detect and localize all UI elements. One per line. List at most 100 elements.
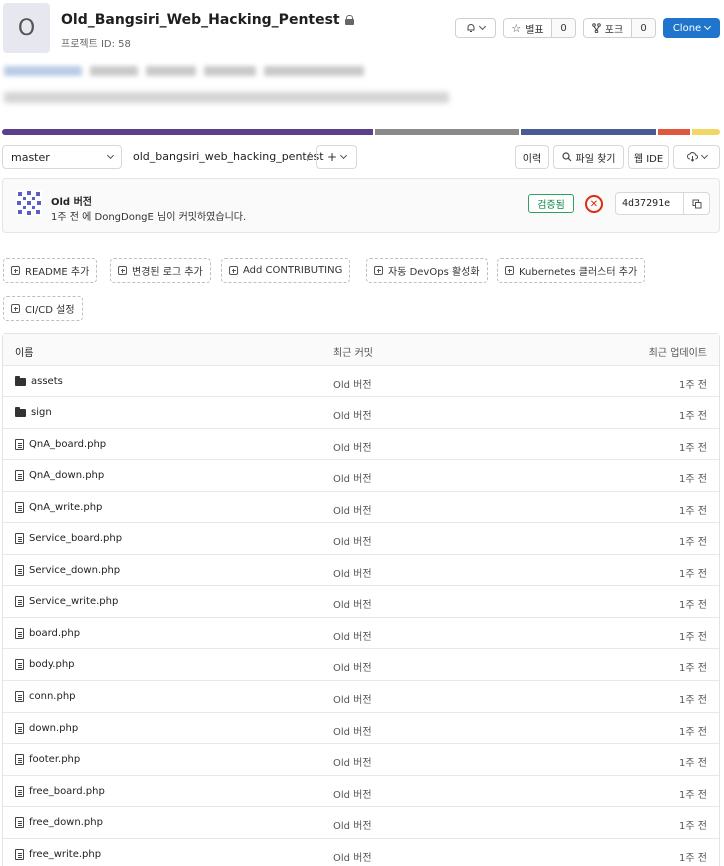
table-row[interactable]: conn.php Old 버전 1주 전 [3,681,719,713]
language-segment[interactable] [692,129,720,135]
last-commit-message[interactable]: Old 버전 [333,754,372,769]
language-segment[interactable] [2,129,373,135]
plus-square-icon [11,304,20,313]
add-dropdown-button[interactable]: + [316,145,357,169]
last-commit-message[interactable]: Old 버전 [333,470,372,485]
file-name[interactable]: Service_write.php [29,596,118,607]
breadcrumb[interactable]: old_bangsiri_web_hacking_pentest [133,150,324,163]
table-row[interactable]: Service_down.php Old 버전 1주 전 [3,555,719,587]
add-kubernetes-cluster-button[interactable]: Kubernetes 클러스터 추가 [497,258,646,283]
file-name-cell[interactable]: conn.php [15,691,76,703]
last-update-time: 1주 전 [679,442,707,454]
file-name[interactable]: free_write.php [29,849,101,860]
fork-button[interactable]: 포크 [583,18,632,38]
language-segment[interactable] [658,129,691,135]
file-name[interactable]: Service_down.php [29,565,120,576]
table-row[interactable]: body.php Old 버전 1주 전 [3,649,719,682]
verified-badge[interactable]: 검증됨 [528,194,574,213]
last-commit-message[interactable]: Old 버전 [333,439,372,454]
table-row[interactable]: free_board.php Old 버전 1주 전 [3,776,719,808]
last-commit-message[interactable]: Old 버전 [333,817,372,832]
setup-cicd-button[interactable]: CI/CD 설정 [3,296,83,321]
last-commit-message[interactable]: Old 버전 [333,628,372,643]
last-commit-message[interactable]: Old 버전 [333,596,372,611]
table-row[interactable]: Service_board.php Old 버전 1주 전 [3,523,719,555]
file-name[interactable]: footer.php [29,754,80,765]
history-button[interactable]: 이력 [515,145,549,169]
add-changelog-button[interactable]: 변경된 로그 추가 [110,258,211,283]
notification-dropdown[interactable] [455,18,496,38]
plus-square-icon [374,266,383,275]
file-name-cell[interactable]: QnA_write.php [15,501,102,513]
file-name[interactable]: board.php [29,628,80,639]
file-name-cell[interactable]: free_write.php [15,848,101,860]
last-commit-message[interactable]: Old 버전 [333,502,372,517]
file-name[interactable]: sign [31,407,52,418]
file-name-cell[interactable]: body.php [15,659,75,671]
file-name[interactable]: conn.php [29,691,76,702]
table-row[interactable]: free_down.php Old 버전 1주 전 [3,807,719,839]
last-commit-message[interactable]: Old 버전 [333,407,372,422]
file-name-cell[interactable]: free_down.php [15,817,103,829]
file-name[interactable]: down.php [29,723,78,734]
star-count[interactable]: 0 [551,18,576,38]
table-row[interactable]: board.php Old 버전 1주 전 [3,618,719,650]
table-row[interactable]: QnA_board.php Old 버전 1주 전 [3,429,719,461]
file-name-cell[interactable]: assets [15,375,63,387]
branch-selector[interactable]: master [2,145,122,169]
file-name[interactable]: assets [31,376,63,387]
file-name-cell[interactable]: free_board.php [15,785,105,797]
last-commit-message[interactable]: Old 버전 [333,565,372,580]
last-commit-message[interactable]: Old 버전 [333,376,372,391]
table-row[interactable]: assets Old 버전 1주 전 [3,366,719,398]
project-title[interactable]: Old_Bangsiri_Web_Hacking_Pentest [61,12,354,28]
table-row[interactable]: free_write.php Old 버전 1주 전 [3,839,719,866]
file-name-cell[interactable]: QnA_down.php [15,470,104,482]
last-update-time: 1주 전 [679,568,707,580]
file-name[interactable]: QnA_down.php [29,470,104,481]
language-segment[interactable] [374,129,519,135]
file-name-cell[interactable]: Service_board.php [15,533,122,545]
author-avatar[interactable] [16,190,42,216]
file-name-cell[interactable]: down.php [15,722,78,734]
last-commit-message[interactable]: Old 버전 [333,533,372,548]
file-name[interactable]: Service_board.php [29,533,122,544]
file-name-cell[interactable]: QnA_board.php [15,438,106,450]
last-commit-message[interactable]: Old 버전 [333,691,372,706]
table-row[interactable]: QnA_down.php Old 버전 1주 전 [3,460,719,492]
last-commit-message[interactable]: Old 버전 [333,786,372,801]
table-row[interactable]: footer.php Old 버전 1주 전 [3,744,719,776]
file-name-cell[interactable]: Service_write.php [15,596,118,608]
download-dropdown[interactable] [673,145,720,169]
commit-sha-text[interactable]: 4d37291e [616,198,683,209]
table-row[interactable]: down.php Old 버전 1주 전 [3,713,719,745]
table-row[interactable]: QnA_write.php Old 버전 1주 전 [3,492,719,524]
project-title-text[interactable]: Old_Bangsiri_Web_Hacking_Pentest [61,12,340,28]
star-button[interactable]: ☆ 별표 [503,18,552,38]
last-commit-message[interactable]: Old 버전 [333,723,372,738]
file-name-cell[interactable]: footer.php [15,754,80,766]
clone-button[interactable]: Clone [663,18,720,38]
fork-count[interactable]: 0 [631,18,656,38]
pipeline-failed-icon[interactable]: ✕ [585,195,603,213]
language-segment[interactable] [520,129,657,135]
add-contributing-button[interactable]: Add CONTRIBUTING [221,258,351,283]
file-name-cell[interactable]: board.php [15,627,80,639]
commit-title[interactable]: Old 버전 [51,193,92,208]
file-name[interactable]: QnA_write.php [29,502,102,513]
web-ide-button[interactable]: 웹 IDE [628,145,669,169]
file-name[interactable]: free_down.php [29,817,103,828]
file-name[interactable]: body.php [29,659,75,670]
copy-icon[interactable] [683,193,709,214]
find-file-button[interactable]: 파일 찾기 [553,145,624,169]
file-name[interactable]: free_board.php [29,786,105,797]
add-readme-button[interactable]: README 추가 [3,258,98,283]
file-name-cell[interactable]: sign [15,407,52,418]
table-row[interactable]: Service_write.php Old 버전 1주 전 [3,586,719,618]
last-commit-message[interactable]: Old 버전 [333,849,372,864]
enable-auto-devops-button[interactable]: 자동 DevOps 활성화 [366,258,488,283]
table-row[interactable]: sign Old 버전 1주 전 [3,397,719,429]
last-commit-message[interactable]: Old 버전 [333,659,372,674]
file-name-cell[interactable]: Service_down.php [15,564,120,576]
file-name[interactable]: QnA_board.php [29,439,106,450]
